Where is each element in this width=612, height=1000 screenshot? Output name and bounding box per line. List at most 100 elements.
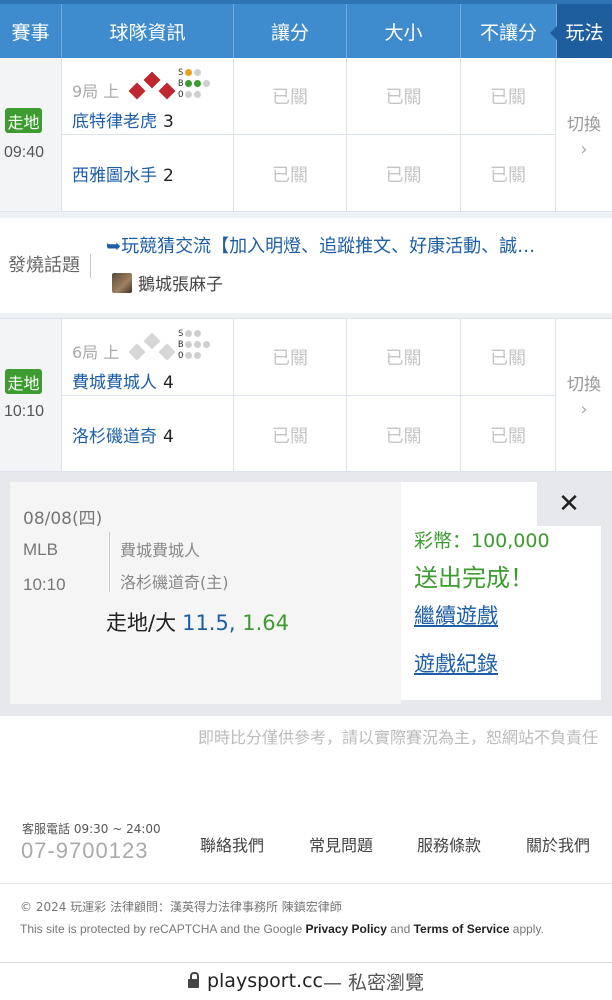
hot-topic-label: 發燒話題 — [8, 254, 91, 278]
header-team-info: 球隊資訊 — [62, 4, 234, 58]
ticket-date: 08/08(四) — [23, 509, 103, 529]
ticket-pick: 走地/大 11.5, 1.64 — [106, 607, 289, 637]
pick-line: 11.5, — [182, 611, 236, 635]
header-event: 賽事 — [0, 4, 62, 58]
browser-address-bar[interactable]: playsport.cc — 私密瀏覽 — [0, 962, 612, 1000]
hot-topic-link[interactable]: ➥玩競猜交流【加入明燈、追蹤推文、好康活動、誠… — [106, 232, 606, 258]
over-under-cell: 已關 — [347, 396, 461, 473]
away-team-name[interactable]: 底特律老虎 3 — [72, 107, 174, 132]
pick-type: 走地/大 — [106, 611, 177, 635]
pick-odds: 1.64 — [242, 611, 289, 635]
footer-link-about[interactable]: 關於我們 — [526, 832, 590, 856]
game-time: 09:40 — [4, 144, 45, 161]
spread-cell: 已關 — [234, 319, 347, 395]
live-badge: 走地 — [5, 108, 42, 133]
game-history-link[interactable]: 遊戲紀錄 — [414, 648, 498, 678]
ticket-time: 10:10 — [23, 575, 66, 594]
team-cell: 6局 上 S B O 費城費城人 4 — [62, 319, 234, 395]
spread-cell: 已關 — [234, 135, 347, 212]
ticket-home-team: 洛杉磯道奇(主) — [120, 573, 229, 592]
home-row: 洛杉磯道奇 4 已關 已關 已關 — [62, 396, 556, 473]
team-cell: 洛杉磯道奇 4 — [62, 396, 234, 473]
home-row: 西雅圖水手 2 已關 已關 已關 — [62, 135, 556, 212]
hot-topic: 發燒話題 ➥玩競猜交流【加入明燈、追蹤推文、好康活動、誠… 鵝城張麻子 — [0, 218, 612, 313]
avatar — [112, 272, 132, 293]
recaptcha-notice: This site is protected by reCAPTCHA and … — [20, 922, 544, 936]
away-row: 9局 上 S B O 底特律老虎 3 已關 已關 已關 — [62, 58, 556, 135]
team-cell: 西雅圖水手 2 — [62, 135, 234, 212]
over-under-cell: 已關 — [347, 319, 461, 395]
footer-link-faq[interactable]: 常見問題 — [309, 832, 373, 856]
footer-link-contact[interactable]: 聯絡我們 — [200, 832, 264, 856]
terms-of-service-link[interactable]: Terms of Service — [414, 922, 510, 936]
second-base — [143, 333, 161, 350]
ticket-zigzag-edge — [10, 698, 401, 710]
switch-button[interactable]: 切換 › — [556, 319, 612, 471]
ticket-away-team: 費城費城人 — [120, 541, 201, 560]
second-base — [143, 72, 161, 89]
game-time: 10:10 — [4, 403, 45, 420]
away-score: 4 — [163, 373, 174, 393]
bet-confirmation-panel: 08/08(四) MLB 10:10 費城費城人 洛杉磯道奇(主) 走地/大 11… — [0, 472, 612, 716]
ticket-league: MLB — [23, 540, 58, 559]
event-cell: 走地 10:10 — [0, 319, 62, 471]
switch-label: 切換 — [567, 375, 601, 395]
over-under-cell: 已關 — [347, 58, 461, 134]
service-phone[interactable]: 07-9700123 — [21, 838, 148, 864]
footer-link-terms[interactable]: 服務條款 — [417, 832, 481, 856]
bases-diamond-icon — [128, 333, 176, 361]
first-base — [158, 343, 176, 361]
inning-label: 9局 上 — [72, 82, 120, 101]
hot-topic-author[interactable]: 鵝城張麻子 — [112, 270, 223, 295]
service-hours: 客服電話 09:30 ~ 24:00 — [22, 822, 161, 836]
copyright: © 2024 玩運彩 法律顧問：漢英得力法律事務所 陳鎮宏律師 — [20, 900, 342, 914]
home-score: 4 — [163, 427, 174, 447]
coins-amount: 彩幣：100,000 — [414, 530, 550, 552]
header-moneyline: 不讓分 — [461, 4, 557, 58]
author-name: 鵝城張麻子 — [138, 275, 223, 295]
team-cell: 9局 上 S B O 底特律老虎 3 — [62, 58, 234, 134]
switch-button[interactable]: 切換 › — [556, 58, 612, 211]
away-score: 3 — [163, 112, 174, 132]
url-domain: playsport.cc — [206, 970, 323, 992]
away-team-name[interactable]: 費城費城人 4 — [72, 368, 174, 393]
home-score: 2 — [163, 166, 174, 186]
spread-cell: 已關 — [234, 58, 347, 134]
lock-icon — [187, 971, 199, 988]
spread-cell: 已關 — [234, 396, 347, 473]
private-mode-label: — 私密瀏覽 — [322, 971, 425, 994]
switch-label: 切換 — [567, 114, 601, 135]
game-row: 走地 10:10 6局 上 S B O 費城費城人 4 已關 已關 已關 洛杉磯道… — [0, 318, 612, 473]
privacy-policy-link[interactable]: Privacy Policy — [305, 922, 386, 936]
bet-ticket: 08/08(四) MLB 10:10 費城費城人 洛杉磯道奇(主) 走地/大 11… — [10, 482, 401, 710]
inning-label: 6局 上 — [72, 343, 120, 362]
away-row: 6局 上 S B O 費城費城人 4 已關 已關 已關 — [62, 319, 556, 396]
continue-game-link[interactable]: 繼續遊戲 — [414, 600, 498, 630]
sbo-indicator: S B O — [178, 329, 211, 362]
game-row: 走地 09:40 9局 上 S B O 底特律老虎 3 已關 已關 已關 西雅圖水… — [0, 58, 612, 212]
chevron-right-icon: › — [580, 138, 588, 160]
header-over-under: 大小 — [347, 4, 461, 58]
moneyline-cell: 已關 — [461, 135, 556, 212]
third-base — [128, 82, 146, 100]
moneyline-cell: 已關 — [461, 396, 556, 473]
divider — [109, 532, 110, 592]
header-spread: 讓分 — [234, 4, 347, 58]
bases-diamond-icon — [128, 72, 176, 100]
home-team-name[interactable]: 洛杉磯道奇 4 — [72, 422, 174, 447]
close-icon[interactable]: ✕ — [537, 482, 601, 526]
header-play-tab[interactable]: 玩法 — [550, 4, 612, 58]
bet-result: ✕ 彩幣：100,000 送出完成！ 繼續遊戲 遊戲紀錄 — [401, 482, 601, 700]
first-base — [158, 82, 176, 100]
chevron-right-icon: › — [580, 399, 588, 420]
table-header: 賽事 球隊資訊 讓分 大小 不讓分 玩法 — [0, 0, 612, 58]
divider — [0, 883, 612, 884]
moneyline-cell: 已關 — [461, 319, 556, 395]
home-team-name[interactable]: 西雅圖水手 2 — [72, 161, 174, 186]
sbo-indicator: S B O — [178, 68, 211, 101]
submit-status: 送出完成！ — [414, 564, 534, 592]
over-under-cell: 已關 — [347, 135, 461, 212]
live-badge: 走地 — [5, 369, 42, 394]
third-base — [128, 343, 146, 361]
moneyline-cell: 已關 — [461, 58, 556, 134]
